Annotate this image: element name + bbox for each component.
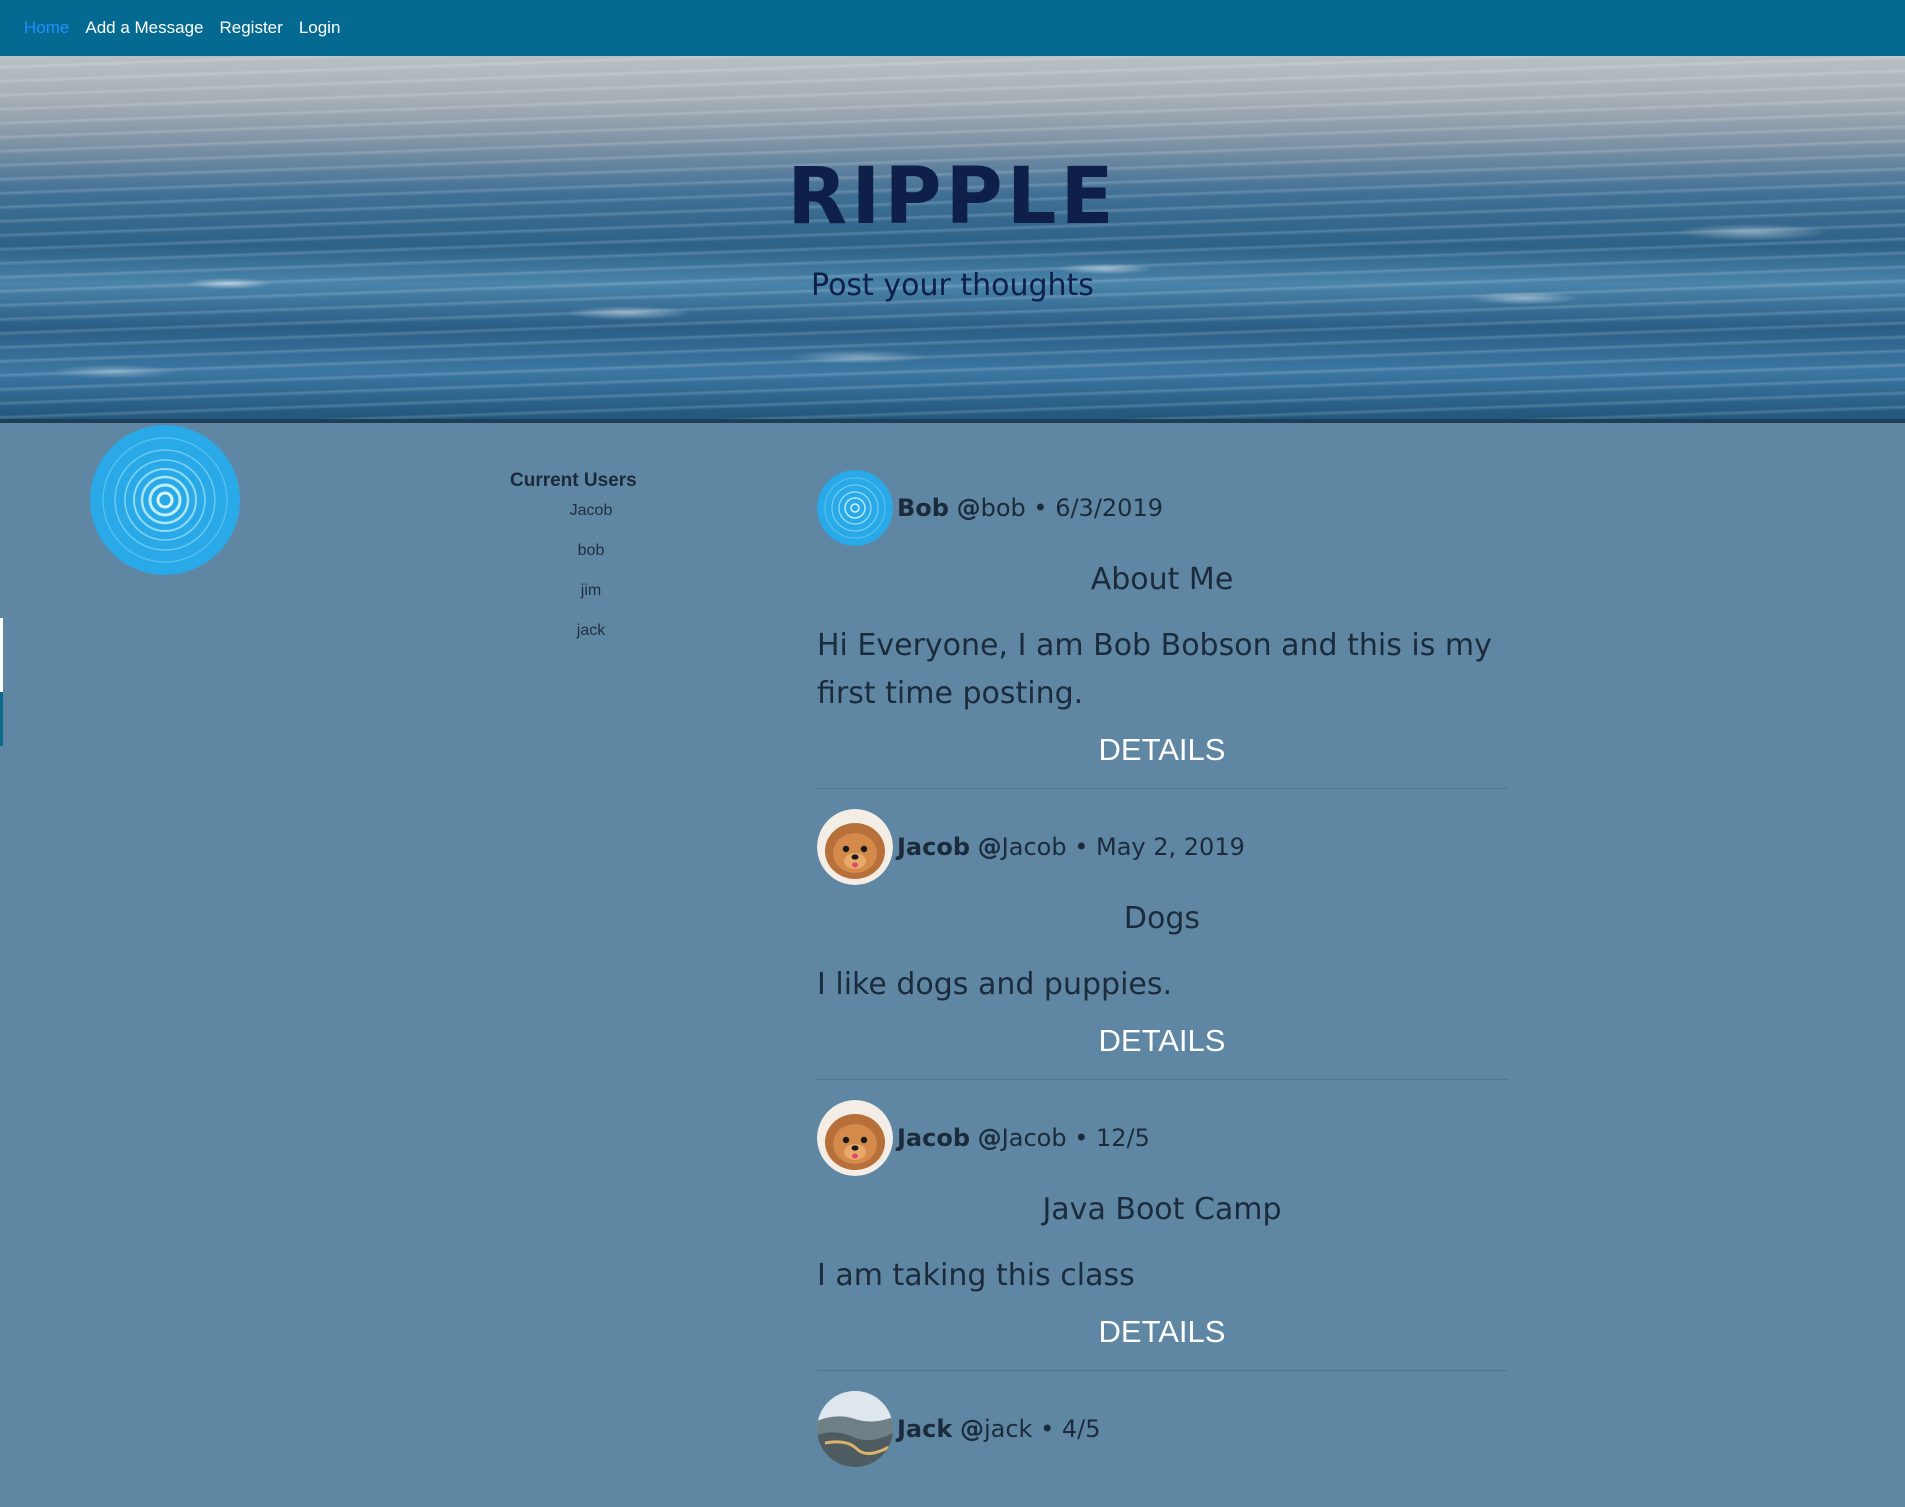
post-details-link[interactable]: DETAILS bbox=[817, 732, 1507, 768]
nav-register-link[interactable]: Register bbox=[220, 18, 283, 38]
post-details-link[interactable]: DETAILS bbox=[817, 1023, 1507, 1059]
post-date: • 12/5 bbox=[1074, 1124, 1150, 1152]
top-navbar: Home Add a Message Register Login bbox=[0, 0, 1905, 56]
post-date: • 6/3/2019 bbox=[1033, 494, 1163, 522]
post-author-name[interactable]: Jacob bbox=[897, 1124, 970, 1152]
post-author-name[interactable]: Bob bbox=[897, 494, 949, 522]
post-header: Jack @jack • 4/5 bbox=[817, 1391, 1507, 1467]
current-users-heading: Current Users bbox=[510, 470, 637, 491]
post-author-handle[interactable]: bob bbox=[981, 494, 1026, 522]
post-author-handle[interactable]: Jacob bbox=[1002, 833, 1067, 861]
post-details-link[interactable]: DETAILS bbox=[817, 1314, 1507, 1350]
user-list-item[interactable]: bob bbox=[491, 542, 691, 582]
user-list-item[interactable]: Jacob bbox=[491, 502, 691, 542]
post-meta: Jacob @Jacob • 12/5 bbox=[897, 1124, 1150, 1152]
post-card: Bob @bob • 6/3/2019 About Me Hi Everyone… bbox=[817, 470, 1507, 789]
post-header: Jacob @Jacob • May 2, 2019 bbox=[817, 809, 1507, 885]
hero-banner: RIPPLE Post your thoughts bbox=[0, 56, 1905, 423]
user-list-item[interactable]: jack bbox=[491, 622, 691, 662]
hero-divider bbox=[0, 419, 1905, 423]
post-author-name[interactable]: Jacob bbox=[897, 833, 970, 861]
nav-home-link[interactable]: Home bbox=[24, 18, 69, 38]
post-author-name[interactable]: Jack bbox=[897, 1415, 952, 1443]
post-meta: Jacob @Jacob • May 2, 2019 bbox=[897, 833, 1245, 861]
ripple-avatar-icon[interactable] bbox=[817, 470, 893, 546]
current-users-panel: Current Users Jacob bob jim jack bbox=[460, 470, 720, 662]
post-author-handle[interactable]: jack bbox=[984, 1415, 1032, 1443]
nav-login-link[interactable]: Login bbox=[299, 18, 341, 38]
post-title: Java Boot Camp bbox=[1042, 1192, 1282, 1227]
post-body: I like dogs and puppies. bbox=[817, 967, 1173, 1002]
post-card: Jack @jack • 4/5 bbox=[817, 1391, 1507, 1487]
site-subtitle: Post your thoughts bbox=[811, 268, 1094, 303]
post-card: Jacob @Jacob • 12/5 Java Boot Camp I am … bbox=[817, 1100, 1507, 1371]
post-body: I am taking this class bbox=[817, 1258, 1135, 1293]
post-date: • 4/5 bbox=[1040, 1415, 1101, 1443]
dog-avatar-icon[interactable] bbox=[817, 809, 893, 885]
post-body: Hi Everyone, I am Bob Bobson and this is… bbox=[817, 628, 1492, 711]
post-meta: Bob @bob • 6/3/2019 bbox=[897, 494, 1163, 522]
dog-avatar-icon[interactable] bbox=[817, 1100, 893, 1176]
post-header: Jacob @Jacob • 12/5 bbox=[817, 1100, 1507, 1176]
user-list-item[interactable]: jim bbox=[491, 582, 691, 622]
post-at-symbol: @ bbox=[956, 494, 981, 522]
post-header: Bob @bob • 6/3/2019 bbox=[817, 470, 1507, 546]
nav-add-message-link[interactable]: Add a Message bbox=[85, 18, 203, 38]
post-at-symbol: @ bbox=[977, 1124, 1002, 1152]
post-title: About Me bbox=[1090, 562, 1234, 597]
post-title: Dogs bbox=[1123, 901, 1201, 936]
landscape-avatar-icon[interactable] bbox=[817, 1391, 893, 1467]
post-author-handle[interactable]: Jacob bbox=[1002, 1124, 1067, 1152]
post-at-symbol: @ bbox=[977, 833, 1002, 861]
ripple-logo-icon bbox=[90, 425, 240, 575]
post-meta: Jack @jack • 4/5 bbox=[897, 1415, 1100, 1443]
posts-feed: Bob @bob • 6/3/2019 About Me Hi Everyone… bbox=[817, 470, 1507, 1507]
site-title: RIPPLE bbox=[787, 152, 1118, 242]
post-card: Jacob @Jacob • May 2, 2019 Dogs I like d… bbox=[817, 809, 1507, 1080]
left-edge-tab bbox=[0, 618, 3, 746]
post-date: • May 2, 2019 bbox=[1074, 833, 1245, 861]
post-at-symbol: @ bbox=[959, 1415, 984, 1443]
